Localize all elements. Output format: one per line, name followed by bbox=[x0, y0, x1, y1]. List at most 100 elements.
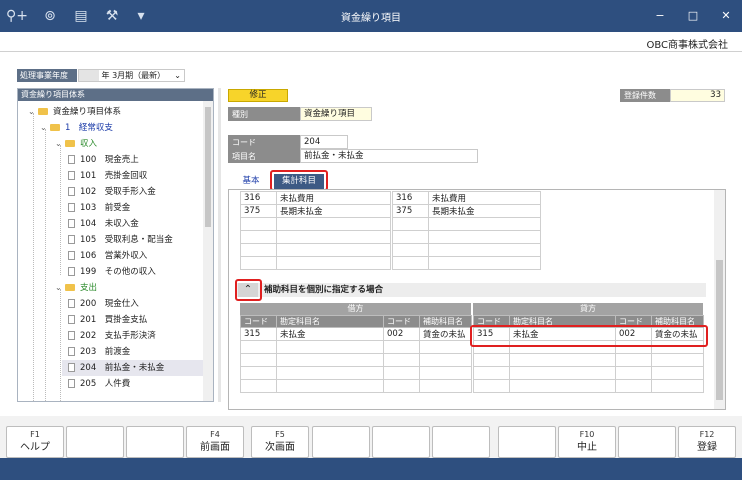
f9-button[interactable] bbox=[498, 426, 556, 458]
f8-button[interactable] bbox=[432, 426, 490, 458]
name-label: 項目名 bbox=[228, 149, 300, 163]
tree-item[interactable]: 104 未収入金 bbox=[68, 216, 139, 232]
function-key-bar: F1 ヘルプ F4 前画面 F5 次画面 F10 中止 F12 登録 bbox=[0, 416, 742, 458]
document-icon bbox=[68, 363, 75, 372]
top-grid-left: 316 未払費用 375 長期未払金 bbox=[240, 191, 391, 270]
f4-prev-screen-button[interactable]: F4 前画面 bbox=[186, 426, 244, 458]
table-row bbox=[392, 243, 541, 257]
close-button[interactable]: ✕ bbox=[716, 8, 736, 24]
status-bar bbox=[0, 458, 742, 480]
f7-button[interactable] bbox=[372, 426, 430, 458]
tree-item-selected[interactable]: 204 前払金・未払金 bbox=[62, 360, 204, 376]
highlight-tab bbox=[270, 170, 328, 191]
tree-item[interactable]: 102 受取手形入金 bbox=[68, 184, 156, 200]
tree-item[interactable]: 199 その他の収入 bbox=[68, 264, 156, 280]
tree-item[interactable]: 105 受取利息・配当金 bbox=[68, 232, 173, 248]
scrollbar-thumb[interactable] bbox=[716, 260, 723, 400]
tree-item[interactable]: 202 支払手形決済 bbox=[68, 328, 156, 344]
document-icon bbox=[68, 331, 75, 340]
f6-button[interactable] bbox=[312, 426, 370, 458]
splitter[interactable] bbox=[218, 88, 221, 402]
document-icon bbox=[68, 203, 75, 212]
table-row bbox=[240, 256, 391, 270]
mode-badge: 修正 bbox=[228, 89, 288, 102]
table-row bbox=[240, 353, 472, 367]
tree-panel: 資金繰り項目体系 ⌄ 資金繰り項目体系 ⌄ 1 経常収支 ⌄ 収入 100 現金売上 … bbox=[17, 88, 214, 402]
fiscal-year-label: 処理事業年度 bbox=[17, 69, 77, 82]
document-icon bbox=[68, 235, 75, 244]
document-icon bbox=[68, 171, 75, 180]
chevron-down-icon: ⌄ bbox=[174, 71, 181, 80]
f12-register-button[interactable]: F12 登録 bbox=[678, 426, 736, 458]
tree-node-root[interactable]: ⌄ 資金繰り項目体系 bbox=[28, 104, 121, 120]
code-label: コード bbox=[228, 135, 300, 149]
fiscal-year-value: 年 3月期（最新） bbox=[101, 71, 166, 80]
tree-item[interactable]: 205 人件費 bbox=[68, 376, 130, 392]
tree-item[interactable]: 200 現金仕入 bbox=[68, 296, 139, 312]
tree-node-income[interactable]: ⌄ 収入 bbox=[55, 136, 97, 152]
table-row bbox=[240, 379, 472, 393]
highlight-credit-row bbox=[470, 325, 708, 347]
document-icon bbox=[68, 251, 75, 260]
f2-button[interactable] bbox=[66, 426, 124, 458]
debit-table: コード 勘定科目名 コード 補助科目名 315 未払金 002 賃金の未払 bbox=[240, 315, 472, 393]
top-grid-right: 316 未払費用 375 長期未払金 bbox=[392, 191, 541, 270]
tree-item[interactable]: 103 前受金 bbox=[68, 200, 130, 216]
highlight-collapse bbox=[235, 279, 262, 301]
name-field[interactable]: 前払金・未払金 bbox=[300, 149, 478, 163]
table-row bbox=[392, 217, 541, 231]
credit-header: 貸方 bbox=[473, 303, 703, 315]
table-row bbox=[473, 353, 704, 367]
folder-icon bbox=[50, 124, 60, 131]
tree-scrollbar[interactable] bbox=[203, 101, 213, 401]
type-field[interactable]: 資金繰り項目 bbox=[300, 107, 372, 121]
code-field[interactable]: 204 bbox=[300, 135, 348, 149]
maximize-button[interactable]: □ bbox=[683, 8, 703, 24]
chevron-down-icon[interactable]: ⌄ bbox=[55, 136, 65, 152]
f1-help-button[interactable]: F1 ヘルプ bbox=[6, 426, 64, 458]
chevron-down-icon[interactable]: ⌄ bbox=[40, 120, 50, 136]
sub-section-title: 補助科目を個別に指定する場合 bbox=[264, 285, 384, 295]
table-row: 315 未払金 002 賃金の未払 bbox=[240, 327, 472, 341]
tree-item[interactable]: 201 買掛金支払 bbox=[68, 312, 147, 328]
table-row bbox=[473, 379, 704, 393]
tree-item[interactable]: 203 前渡金 bbox=[68, 344, 130, 360]
document-icon bbox=[68, 155, 75, 164]
document-icon bbox=[68, 267, 75, 276]
type-label: 種別 bbox=[228, 107, 300, 121]
tree-node-group[interactable]: ⌄ 1 経常収支 bbox=[40, 120, 113, 136]
table-header-row: コード 勘定科目名 コード 補助科目名 bbox=[240, 315, 472, 328]
tree-item[interactable]: 106 営業外収入 bbox=[68, 248, 147, 264]
f5-next-screen-button[interactable]: F5 次画面 bbox=[251, 426, 309, 458]
table-row: 316 未払費用 bbox=[392, 191, 541, 205]
tab-basic[interactable]: 基本 bbox=[232, 174, 270, 189]
company-bar: OBC商事株式会社 bbox=[0, 32, 742, 52]
window-title: 資金繰り項目 bbox=[341, 13, 401, 24]
table-row bbox=[392, 230, 541, 244]
f3-button[interactable] bbox=[126, 426, 184, 458]
folder-icon bbox=[38, 108, 48, 115]
content-scrollbar[interactable] bbox=[714, 190, 725, 409]
fiscal-year-select[interactable]: 年 3月期（最新） ⌄ bbox=[78, 69, 185, 82]
scrollbar-thumb[interactable] bbox=[205, 107, 211, 227]
f11-button[interactable] bbox=[618, 426, 676, 458]
table-row bbox=[392, 256, 541, 270]
document-icon bbox=[68, 187, 75, 196]
minimize-button[interactable]: − bbox=[650, 8, 670, 24]
count-value: 33 bbox=[670, 89, 725, 102]
chevron-down-icon[interactable]: ⌄ bbox=[55, 280, 65, 296]
chevron-down-icon[interactable]: ⌄ bbox=[28, 104, 38, 120]
table-row bbox=[240, 366, 472, 380]
table-row bbox=[240, 217, 391, 231]
document-icon bbox=[68, 379, 75, 388]
table-row: 375 長期未払金 bbox=[240, 204, 391, 218]
table-row bbox=[240, 340, 472, 354]
tree-item[interactable]: 101 売掛金回収 bbox=[68, 168, 147, 184]
tree-item[interactable]: 100 現金売上 bbox=[68, 152, 139, 168]
company-name: OBC商事株式会社 bbox=[646, 40, 728, 51]
folder-icon bbox=[65, 284, 75, 291]
document-icon bbox=[68, 315, 75, 324]
tree-header: 資金繰り項目体系 bbox=[18, 89, 213, 101]
f10-cancel-button[interactable]: F10 中止 bbox=[558, 426, 616, 458]
tree-node-expense[interactable]: ⌄ 支出 bbox=[55, 280, 97, 296]
